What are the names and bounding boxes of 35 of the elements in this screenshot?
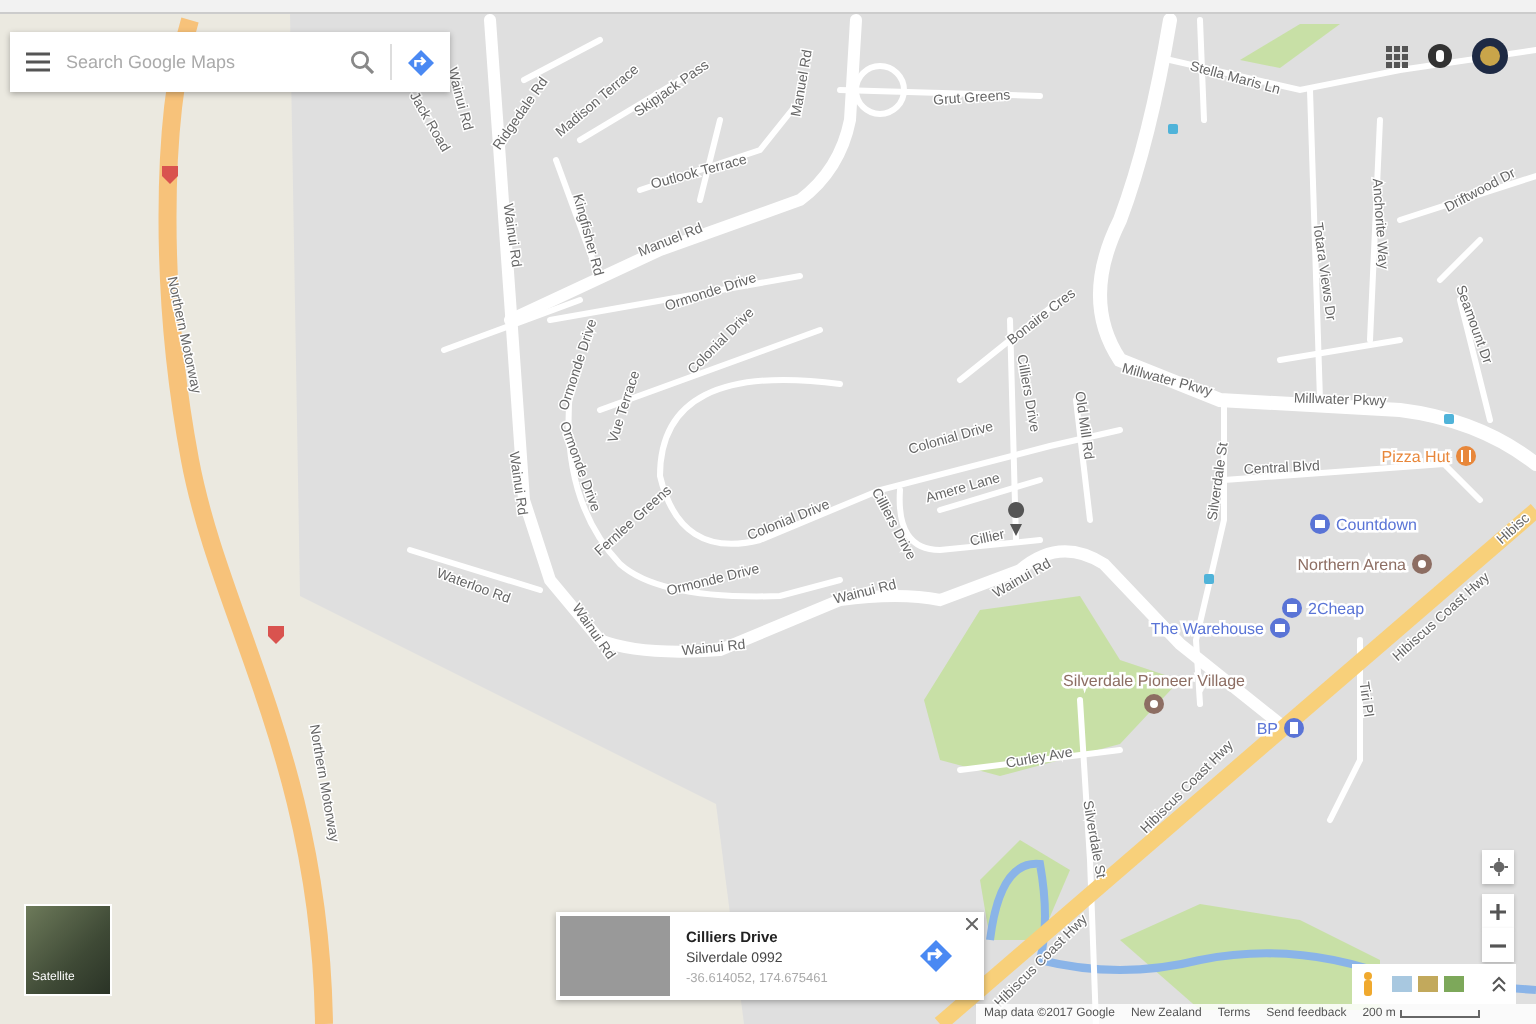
fork-knife-icon[interactable] — [1456, 446, 1476, 466]
bus-stop-icon — [1444, 414, 1454, 424]
place-label[interactable]: The Warehouse — [1150, 620, 1264, 638]
chevron-up-icon[interactable] — [1492, 976, 1506, 992]
notifications-icon[interactable] — [1428, 44, 1452, 68]
fuel-pump-icon[interactable] — [1284, 718, 1304, 738]
apps-grid-icon[interactable] — [1386, 45, 1408, 67]
avatar-icon[interactable] — [1472, 38, 1508, 74]
bus-stop-icon — [1204, 574, 1214, 584]
zoom-in-button[interactable] — [1482, 894, 1514, 928]
place-label[interactable]: 2Cheap — [1308, 600, 1365, 618]
shopping-bag-icon[interactable] — [1282, 598, 1302, 618]
place-marker-icon[interactable] — [1412, 554, 1432, 574]
crosshair-icon — [1489, 858, 1507, 876]
photo-placeholder — [560, 916, 670, 996]
place-label[interactable]: Silverdale Pioneer Village — [1062, 672, 1246, 690]
menu-icon[interactable] — [26, 52, 50, 72]
place-label[interactable]: Countdown — [1336, 516, 1417, 534]
shopping-bag-icon[interactable] — [1270, 618, 1290, 638]
bus-stop-icon — [1168, 124, 1178, 134]
search-icon[interactable] — [350, 50, 374, 74]
pin-icon — [1008, 502, 1025, 536]
directions-icon[interactable] — [920, 940, 952, 972]
place-label[interactable]: Northern Arena — [1297, 556, 1406, 574]
close-icon[interactable] — [966, 918, 978, 930]
place-marker-icon[interactable] — [1144, 694, 1164, 714]
my-location-button[interactable] — [1482, 850, 1514, 884]
motorway-shield-icon — [268, 626, 284, 644]
search-box[interactable]: Search Google Maps — [10, 32, 450, 92]
shopping-bag-icon[interactable] — [1310, 514, 1330, 534]
directions-icon[interactable] — [408, 49, 434, 75]
place-label[interactable]: Pizza Hut — [1381, 448, 1450, 466]
plus-icon — [1490, 903, 1506, 919]
motorway-shield-icon — [162, 166, 178, 184]
zoom-out-button[interactable] — [1482, 928, 1514, 962]
